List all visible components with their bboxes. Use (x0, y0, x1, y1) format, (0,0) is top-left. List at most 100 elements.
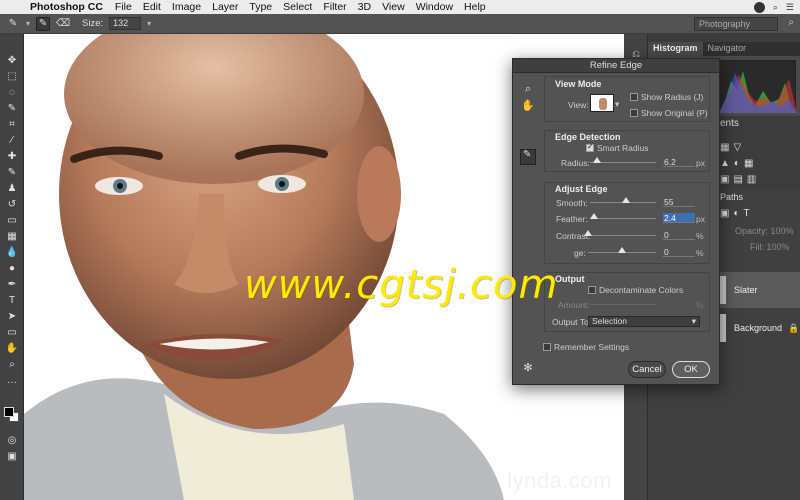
smooth-slider-knob[interactable] (622, 197, 631, 203)
color-balance-icon[interactable]: ▦ (744, 158, 753, 170)
move-tool-icon[interactable]: ✥ (0, 52, 24, 68)
menu-edit[interactable]: Edit (143, 1, 161, 13)
menu-layer[interactable]: Layer (212, 1, 238, 13)
amount-slider-track[interactable] (590, 304, 656, 305)
remember-settings-label: Remember Settings (554, 342, 630, 352)
settings-icon[interactable]: ✻ (521, 361, 535, 375)
show-radius-checkbox[interactable] (630, 93, 638, 101)
eraser-tool-icon[interactable]: ▭ (0, 212, 24, 228)
quick-selection-tool-icon[interactable]: ✎ (6, 17, 20, 31)
radius-label: Radius: (561, 158, 590, 168)
refine-radius-tool-icon[interactable]: ✎ (520, 149, 536, 165)
menu-app-name[interactable]: Photoshop CC (30, 1, 103, 13)
search-icon[interactable]: ⌕ (773, 2, 778, 13)
eyedropper-tool-icon[interactable]: ⁄ (0, 132, 24, 148)
hand-tool-icon[interactable]: ✋ (0, 340, 24, 356)
cancel-button[interactable]: Cancel (628, 361, 666, 378)
screen-mode-icon[interactable]: ▣ (0, 448, 24, 464)
foreground-color-swatch[interactable] (4, 407, 14, 417)
curves-icon[interactable]: ▽ (733, 142, 741, 154)
amount-label: Amount: (558, 300, 590, 310)
size-dropdown-icon[interactable]: ▾ (147, 19, 151, 28)
output-to-select[interactable]: Selection ▾ (588, 316, 700, 327)
radius-input[interactable]: 6.2 (663, 157, 695, 167)
tab-navigator[interactable]: Navigator (703, 42, 752, 56)
zoom-icon[interactable]: ⌕ (521, 83, 535, 97)
watermark-text: www.cgtsj.com (244, 262, 559, 308)
path-selection-icon[interactable]: ➤ (0, 308, 24, 324)
history-brush-icon[interactable]: ↺ (0, 196, 24, 212)
menu-filter[interactable]: Filter (323, 1, 346, 13)
view-dropdown-icon[interactable]: ▾ (615, 99, 619, 110)
menu-3d[interactable]: 3D (358, 1, 371, 13)
more-tools-icon[interactable]: … (0, 372, 24, 388)
smooth-input[interactable]: 55 (663, 197, 695, 207)
remember-settings-checkbox[interactable] (543, 343, 551, 351)
pen-tool-icon[interactable]: ✒ (0, 276, 24, 292)
menu-file[interactable]: File (115, 1, 132, 13)
workspace-switcher[interactable]: Photography (694, 17, 778, 31)
menu-view[interactable]: View (382, 1, 405, 13)
invert-icon[interactable]: ▣ (720, 174, 729, 186)
zoom-tool-icon[interactable]: ⌕ (0, 356, 24, 372)
adjustments-tab-label[interactable]: ents (720, 118, 800, 130)
type-filter-icon[interactable]: T (744, 208, 750, 220)
healing-brush-icon[interactable]: ✚ (0, 148, 24, 164)
fill-value[interactable]: 100% (767, 242, 790, 252)
tab-histogram[interactable]: Histogram (648, 42, 703, 56)
contrast-input[interactable]: 0 (663, 230, 695, 240)
gradient-tool-icon[interactable]: ▦ (0, 228, 24, 244)
fill-control[interactable]: Fill: 100% (750, 242, 790, 252)
view-thumbnail[interactable] (590, 94, 614, 112)
rectangle-tool-icon[interactable]: ▭ (0, 324, 24, 340)
layer-row-slater[interactable]: Slater (718, 272, 800, 308)
quick-mask-icon[interactable]: ◎ (0, 432, 24, 448)
menu-type[interactable]: Type (249, 1, 272, 13)
brush-tool-icon[interactable]: ✎ (0, 164, 24, 180)
feather-slider-knob[interactable] (590, 213, 598, 219)
type-tool-icon[interactable]: T (0, 292, 24, 308)
menu-select[interactable]: Select (283, 1, 312, 13)
vibrance-icon[interactable]: ▲ (720, 158, 730, 170)
blur-tool-icon[interactable]: 💧 (0, 244, 24, 260)
radius-slider-knob[interactable] (592, 157, 601, 163)
feather-input[interactable]: 2.4 (663, 213, 695, 223)
contrast-slider-track[interactable] (588, 235, 656, 236)
menu-window[interactable]: Window (416, 1, 453, 13)
levels-icon[interactable]: ▦ (720, 142, 729, 154)
tab-paths[interactable]: Paths (720, 192, 743, 202)
show-original-checkbox[interactable] (630, 109, 638, 117)
refine-radius-brush-icon[interactable]: ✎ (36, 16, 51, 31)
show-original-label: Show Original (P) (641, 108, 708, 118)
search-icon[interactable]: ⌕ (788, 17, 794, 28)
layer-row-background[interactable]: Background 🔒 (718, 310, 800, 346)
adjustment-filter-icon[interactable]: ◐ (733, 208, 739, 220)
ok-button[interactable]: OK (672, 361, 710, 378)
chevron-down-icon[interactable]: ▾ (26, 19, 30, 28)
dodge-tool-icon[interactable]: ● (0, 260, 24, 276)
quick-selection-tool-icon[interactable]: ✎ (0, 100, 24, 116)
menu-image[interactable]: Image (172, 1, 201, 13)
contrast-slider-knob[interactable] (584, 230, 592, 236)
clone-stamp-icon[interactable]: ♟ (0, 180, 24, 196)
posterize-icon[interactable]: ▤ (733, 174, 742, 186)
threshold-icon[interactable]: ▥ (747, 174, 756, 186)
erase-refinements-icon[interactable]: ⌫ (56, 17, 70, 31)
pixel-filter-icon[interactable]: ▣ (720, 208, 729, 220)
opacity-value[interactable]: 100% (771, 226, 794, 236)
shift-edge-slider-knob[interactable] (618, 247, 626, 253)
lasso-tool-icon[interactable]: ◌ (0, 84, 24, 100)
creative-cloud-icon[interactable] (753, 1, 765, 13)
shift-edge-input[interactable]: 0 (663, 247, 695, 257)
size-input[interactable]: 132 (109, 17, 142, 30)
hue-saturation-icon[interactable]: ◐ (734, 158, 740, 170)
hand-icon[interactable]: ✋ (521, 99, 535, 113)
opacity-control[interactable]: Opacity: 100% (735, 226, 794, 236)
marquee-tool-icon[interactable]: ⬚ (0, 68, 24, 84)
decontaminate-colors-checkbox[interactable] (588, 286, 596, 294)
crop-tool-icon[interactable]: ⌗ (0, 116, 24, 132)
menu-help[interactable]: Help (464, 1, 486, 13)
list-icon[interactable]: ☰ (786, 2, 794, 13)
feather-slider-track[interactable] (594, 218, 656, 219)
smart-radius-checkbox[interactable] (586, 142, 594, 152)
